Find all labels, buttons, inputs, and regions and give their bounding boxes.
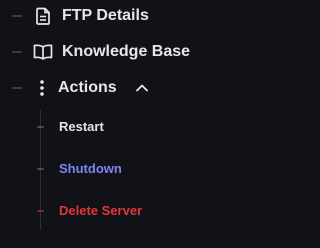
file-text-icon [34, 7, 52, 25]
vertical-dots-icon [36, 79, 48, 97]
action-label: Restart [59, 119, 104, 134]
nav-item-actions[interactable]: Actions [0, 74, 240, 102]
sidebar-nav: FTP Details Knowledge Base Actions Resta… [0, 0, 240, 248]
chevron-up-icon[interactable] [134, 81, 150, 95]
nav-item-ftp-details[interactable]: FTP Details [0, 2, 240, 30]
action-label: Shutdown [59, 161, 122, 176]
tree-tick [37, 210, 44, 212]
nav-item-label: Knowledge Base [62, 43, 191, 60]
action-delete-server[interactable]: Delete Server [0, 200, 240, 222]
tree-tick [37, 126, 44, 128]
nav-item-knowledge-base[interactable]: Knowledge Base [0, 38, 240, 66]
action-restart[interactable]: Restart [0, 116, 240, 138]
tree-tick [12, 87, 22, 89]
nav-item-label: Actions [58, 79, 117, 96]
tree-tick [12, 15, 22, 17]
action-shutdown[interactable]: Shutdown [0, 158, 240, 180]
tree-tick [12, 51, 22, 53]
tree-tick [37, 168, 44, 170]
book-icon [33, 43, 53, 61]
action-label: Delete Server [59, 203, 143, 218]
nav-item-label: FTP Details [62, 7, 149, 24]
